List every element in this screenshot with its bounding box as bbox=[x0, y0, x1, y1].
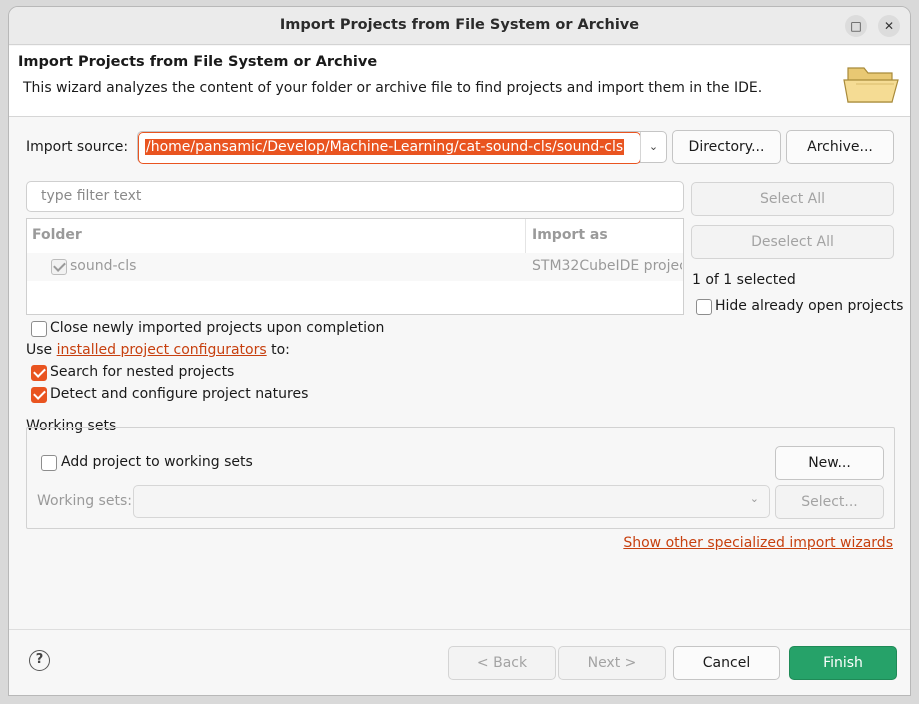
column-header-import-as[interactable]: Import as bbox=[532, 227, 608, 243]
row-folder: sound-cls bbox=[70, 258, 137, 274]
add-to-working-sets-checkbox[interactable] bbox=[41, 455, 57, 471]
select-all-button[interactable]: Select All bbox=[691, 182, 894, 216]
detect-natures-checkbox[interactable] bbox=[31, 387, 47, 403]
search-nested-checkbox[interactable] bbox=[31, 365, 47, 381]
new-working-set-button[interactable]: New... bbox=[775, 446, 884, 480]
search-nested-label[interactable]: Search for nested projects bbox=[50, 364, 234, 380]
import-source-combo[interactable]: /home/pansamic/Develop/Machine-Learning/… bbox=[137, 131, 667, 164]
folder-open-icon bbox=[843, 67, 899, 103]
import-source-value: /home/pansamic/Develop/Machine-Learning/… bbox=[145, 139, 625, 155]
table-row[interactable]: sound-cls STM32CubeIDE project bbox=[27, 253, 683, 281]
use-suffix: to: bbox=[271, 342, 290, 358]
help-icon[interactable]: ? bbox=[29, 650, 50, 671]
chevron-down-icon: ⌄ bbox=[749, 492, 759, 505]
wizard-header: Import Projects from File System or Arch… bbox=[9, 46, 910, 117]
selected-count: 1 of 1 selected bbox=[692, 272, 796, 288]
column-divider bbox=[525, 219, 526, 253]
minimize-icon[interactable]: □ bbox=[845, 15, 867, 37]
filter-input[interactable]: type filter text bbox=[26, 181, 684, 212]
close-newly-label[interactable]: Close newly imported projects upon compl… bbox=[50, 320, 384, 336]
chevron-down-icon[interactable]: ⌄ bbox=[640, 132, 666, 162]
title-bar: Import Projects from File System or Arch… bbox=[9, 7, 910, 45]
working-sets-label: Working sets: bbox=[37, 493, 132, 509]
finish-button[interactable]: Finish bbox=[789, 646, 897, 680]
wizard-description: This wizard analyzes the content of your… bbox=[23, 80, 763, 96]
back-button[interactable]: < Back bbox=[448, 646, 556, 680]
hide-open-label[interactable]: Hide already open projects bbox=[715, 298, 903, 314]
column-header-folder[interactable]: Folder bbox=[32, 227, 82, 243]
import-source-input[interactable]: /home/pansamic/Develop/Machine-Learning/… bbox=[138, 132, 641, 164]
add-to-working-sets-label[interactable]: Add project to working sets bbox=[61, 454, 253, 470]
cancel-button[interactable]: Cancel bbox=[673, 646, 780, 680]
working-sets-select[interactable]: ⌄ bbox=[133, 485, 770, 518]
import-dialog: Import Projects from File System or Arch… bbox=[8, 6, 911, 696]
window-title: Import Projects from File System or Arch… bbox=[279, 17, 640, 33]
directory-button[interactable]: Directory... bbox=[672, 130, 781, 164]
import-source-label: Import source: bbox=[26, 139, 129, 155]
hide-open-checkbox[interactable] bbox=[696, 299, 712, 315]
archive-button[interactable]: Archive... bbox=[786, 130, 894, 164]
detect-natures-label[interactable]: Detect and configure project natures bbox=[50, 386, 308, 402]
footer-divider bbox=[9, 629, 910, 630]
close-newly-checkbox[interactable] bbox=[31, 321, 47, 337]
close-icon[interactable]: ✕ bbox=[878, 15, 900, 37]
row-import-as: STM32CubeIDE project bbox=[532, 258, 682, 274]
next-button[interactable]: Next > bbox=[558, 646, 666, 680]
configurators-link[interactable]: installed project configurators bbox=[57, 342, 267, 358]
show-other-wizards-link[interactable]: Show other specialized import wizards bbox=[623, 535, 893, 551]
configurators-line: Use installed project configurators to: bbox=[26, 342, 290, 358]
select-working-sets-button[interactable]: Select... bbox=[775, 485, 884, 519]
use-prefix: Use bbox=[26, 342, 53, 358]
deselect-all-button[interactable]: Deselect All bbox=[691, 225, 894, 259]
wizard-title: Import Projects from File System or Arch… bbox=[18, 54, 378, 70]
row-checkbox[interactable] bbox=[51, 259, 67, 275]
projects-table: Folder Import as sound-cls STM32CubeIDE … bbox=[26, 218, 684, 315]
